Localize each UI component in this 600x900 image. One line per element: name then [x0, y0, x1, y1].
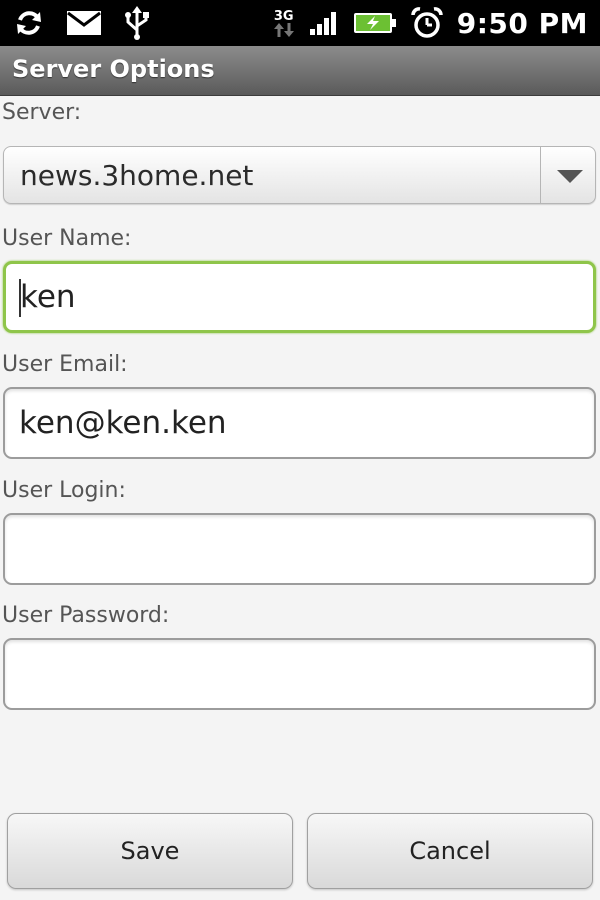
- text-cursor: [19, 279, 21, 317]
- user-name-label: User Name:: [2, 226, 132, 251]
- mail-icon: [66, 10, 102, 36]
- user-login-input[interactable]: [3, 513, 596, 585]
- network-type-label: 3G: [273, 8, 294, 24]
- server-label: Server:: [2, 100, 82, 125]
- signal-icon: [309, 11, 339, 35]
- save-button[interactable]: Save: [7, 813, 293, 889]
- battery-charging-icon: [353, 11, 397, 35]
- status-bar-system: 3G 9:50 PM: [273, 0, 588, 46]
- clock-time: 9:50 PM: [456, 6, 588, 40]
- sync-icon: [14, 8, 44, 38]
- user-password-label: User Password:: [2, 603, 170, 628]
- user-email-input[interactable]: [3, 387, 596, 459]
- cancel-button[interactable]: Cancel: [307, 813, 593, 889]
- status-bar: 3G 9:50 PM: [0, 0, 600, 46]
- page-title: Server Options: [12, 55, 215, 83]
- alarm-clock-icon: [410, 7, 443, 39]
- user-password-input[interactable]: [3, 638, 596, 710]
- title-bar: Server Options: [0, 46, 600, 96]
- user-name-input[interactable]: [3, 261, 596, 333]
- chevron-down-icon[interactable]: [555, 168, 585, 188]
- status-bar-notifications: [14, 0, 150, 46]
- network-3g-icon: 3G: [273, 10, 295, 37]
- server-value: news.3home.net: [20, 159, 254, 192]
- usb-icon: [124, 6, 150, 40]
- user-login-label: User Login:: [2, 478, 126, 503]
- user-email-label: User Email:: [2, 352, 128, 377]
- dropdown-divider: [540, 147, 541, 203]
- server-dropdown[interactable]: news.3home.net: [3, 146, 596, 204]
